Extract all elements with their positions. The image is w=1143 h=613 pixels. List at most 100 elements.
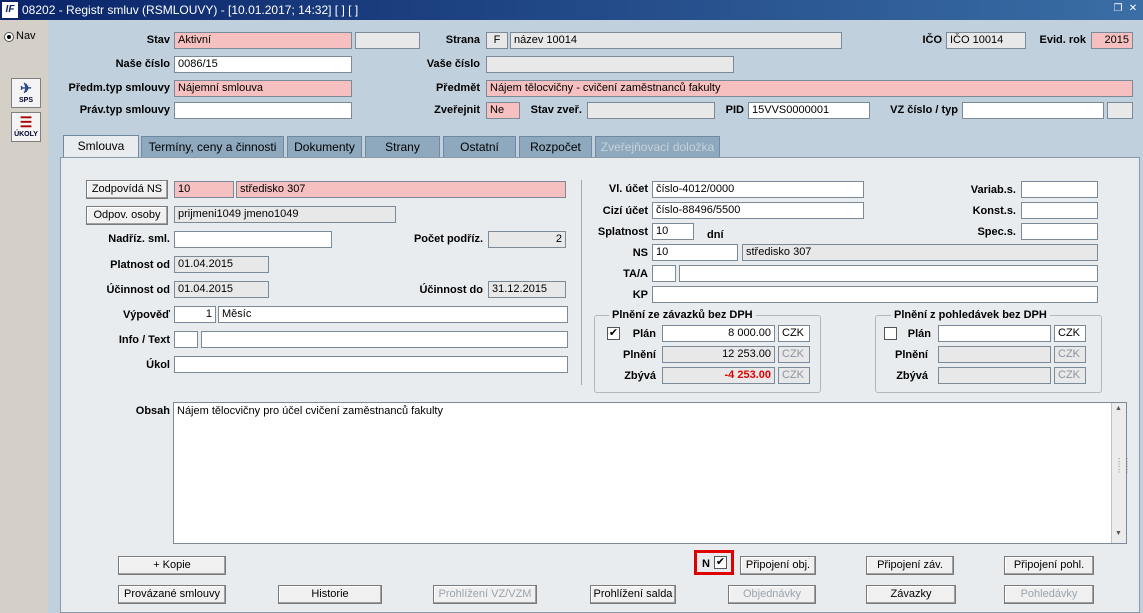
prohlizeni-salda-button[interactable]: Prohlížení salda [590, 585, 676, 604]
ukoly-label: ÚKOLY [14, 131, 38, 138]
cizi-ucet-label: Cizí účet [602, 205, 648, 217]
vypoved-num-field[interactable]: 1 [174, 306, 216, 323]
obsah-scrollbar[interactable]: ▲ ⋮⋮ ⋮⋮ ▼ [1111, 403, 1131, 543]
odpov-osoby-button[interactable]: Odpov. osoby [86, 206, 168, 225]
pid-field[interactable]: 15VVS0000001 [748, 102, 870, 119]
platnost-label: Platnost od [110, 259, 170, 271]
restore-icon[interactable]: ❐ [1111, 2, 1125, 16]
info-b-field[interactable] [201, 331, 568, 348]
ucinnost-do-field: 31.12.2015 [488, 281, 566, 298]
strana-name-field: název 10014 [510, 32, 842, 49]
splatnost-label: Splatnost [597, 226, 648, 238]
n-checkbox-highlight: N ✔ [694, 550, 734, 575]
info-a-field[interactable] [174, 331, 198, 348]
prav-typ-field[interactable] [174, 102, 352, 119]
pohledavky-plan-field[interactable] [938, 325, 1051, 342]
pocet-podriz-label: Počet podříz. [413, 233, 483, 245]
spec-label: Spec.s. [977, 226, 1016, 238]
zverejnit-field[interactable]: Ne [486, 102, 520, 119]
tab-strany[interactable]: Strany [365, 136, 440, 157]
konst-field[interactable] [1021, 202, 1098, 219]
title-bar: IF 08202 - Registr smluv (RSMLOUVY) - [1… [0, 0, 1143, 20]
vz-cislo-field[interactable] [962, 102, 1104, 119]
ucinnost-od-label: Účinnost od [106, 284, 170, 296]
nav-radio[interactable] [4, 32, 14, 42]
pohledavky-button[interactable]: Pohledávky [1004, 585, 1094, 604]
pripojeni-zav-button[interactable]: Připojení záv. [866, 556, 954, 575]
scroll-down-icon[interactable]: ▼ [1115, 530, 1122, 537]
nadriz-field[interactable] [174, 231, 332, 248]
scroll-grip-icon[interactable]: ⋮⋮ ⋮⋮ [1115, 458, 1131, 474]
ns-code-field[interactable]: 10 [652, 244, 738, 261]
column-divider [581, 180, 582, 385]
konst-label: Konst.s. [972, 205, 1016, 217]
ucinnost-od-field: 01.04.2015 [174, 281, 269, 298]
vl-ucet-field[interactable]: číslo-4012/0000 [652, 181, 864, 198]
taa-b-field[interactable] [679, 265, 1098, 282]
taa-a-field[interactable] [652, 265, 676, 282]
vypoved-unit-field[interactable]: Měsíc [218, 306, 568, 323]
sps-label: SPS [18, 97, 33, 104]
pid-label: PID [725, 104, 744, 116]
zavazky-plneni-currency: CZK [778, 346, 810, 363]
zavazky-plan-field[interactable]: 8 000.00 [662, 325, 775, 342]
kp-field[interactable] [652, 286, 1098, 303]
taa-label: TA/A [623, 268, 648, 280]
predmet-field[interactable]: Nájem tělocvičny - cvičení zaměstnanců f… [486, 80, 1133, 97]
objednavky-button[interactable]: Objednávky [728, 585, 816, 604]
ukol-field[interactable] [174, 356, 568, 373]
zverejnit-label: Zveřejnit [434, 104, 480, 116]
predm-typ-field[interactable]: Nájemní smlouva [174, 80, 352, 97]
kopie-button[interactable]: + Kopie [118, 556, 226, 575]
tab-rozpocet[interactable]: Rozpočet [519, 136, 592, 157]
zavazky-button[interactable]: Závazky [866, 585, 956, 604]
zodpovida-code-field[interactable]: 10 [174, 181, 234, 198]
stav-field[interactable]: Aktivní [174, 32, 352, 49]
scroll-up-icon[interactable]: ▲ [1115, 405, 1122, 412]
pripojeni-obj-button[interactable]: Připojení obj. [740, 556, 816, 575]
pohledavky-plan-currency[interactable]: CZK [1054, 325, 1086, 342]
spec-field[interactable] [1021, 223, 1098, 240]
sps-icon[interactable]: ✈ SPS [11, 78, 41, 108]
cizi-ucet-field[interactable]: číslo-88496/5500 [652, 202, 864, 219]
evid-rok-field[interactable]: 2015 [1091, 32, 1133, 49]
variab-label: Variab.s. [970, 184, 1016, 196]
prohlizeni-vz-button[interactable]: Prohlížení VZ/VZM [433, 585, 537, 604]
evid-rok-label: Evid. rok [1039, 34, 1086, 46]
tab-ostatni[interactable]: Ostatní [443, 136, 516, 157]
obsah-label: Obsah [135, 405, 170, 417]
zodpovida-ns-button[interactable]: Zodpovídá NS [86, 180, 168, 199]
zavazky-plan-checkbox[interactable]: ✔ [607, 327, 620, 340]
zavazky-plan-currency[interactable]: CZK [778, 325, 810, 342]
nase-cislo-label: Naše číslo [115, 58, 170, 70]
pripojeni-pohl-button[interactable]: Připojení pohl. [1004, 556, 1094, 575]
stav-label: Stav [146, 34, 170, 46]
kp-label: KP [632, 289, 648, 301]
ukoly-icon[interactable]: ☰ ÚKOLY [11, 112, 41, 142]
variab-field[interactable] [1021, 181, 1098, 198]
tab-smlouva[interactable]: Smlouva [63, 135, 139, 158]
tab-dokumenty[interactable]: Dokumenty [287, 136, 362, 157]
pocet-podriz-field: 2 [488, 231, 566, 248]
zavazky-zbyva-currency: CZK [778, 367, 810, 384]
ns-label: NS [632, 247, 648, 259]
pohledavky-plan-label: Plán [907, 328, 931, 340]
nase-cislo-field[interactable]: 0086/15 [174, 56, 352, 73]
splatnost-field[interactable]: 10 [652, 223, 694, 240]
info-text-label: Info / Text [118, 334, 170, 346]
left-toolbar: Nav ✈ SPS ☰ ÚKOLY [0, 20, 48, 613]
zodpovida-name-field: středisko 307 [236, 181, 566, 198]
tab-terminy[interactable]: Termíny, ceny a činnosti [141, 136, 284, 157]
n-checkbox[interactable]: ✔ [714, 556, 727, 569]
pohledavky-plan-checkbox[interactable] [884, 327, 897, 340]
strana-code-field[interactable]: F [486, 32, 508, 49]
close-icon[interactable]: ✕ [1126, 2, 1140, 16]
historie-button[interactable]: Historie [278, 585, 382, 604]
vz-typ-field[interactable] [1107, 102, 1133, 119]
provazane-smlouvy-button[interactable]: Provázané smlouvy [118, 585, 226, 604]
pohledavky-plneni-label: Plnění [894, 349, 928, 361]
pohledavky-zbyva-field [938, 367, 1051, 384]
ns-name-field: středisko 307 [742, 244, 1098, 261]
tab-zverejnovaci[interactable]: Zveřejňovací doložka [595, 136, 720, 157]
obsah-textarea[interactable]: Nájem tělocvičny pro účel cvičení zaměst… [173, 402, 1127, 544]
